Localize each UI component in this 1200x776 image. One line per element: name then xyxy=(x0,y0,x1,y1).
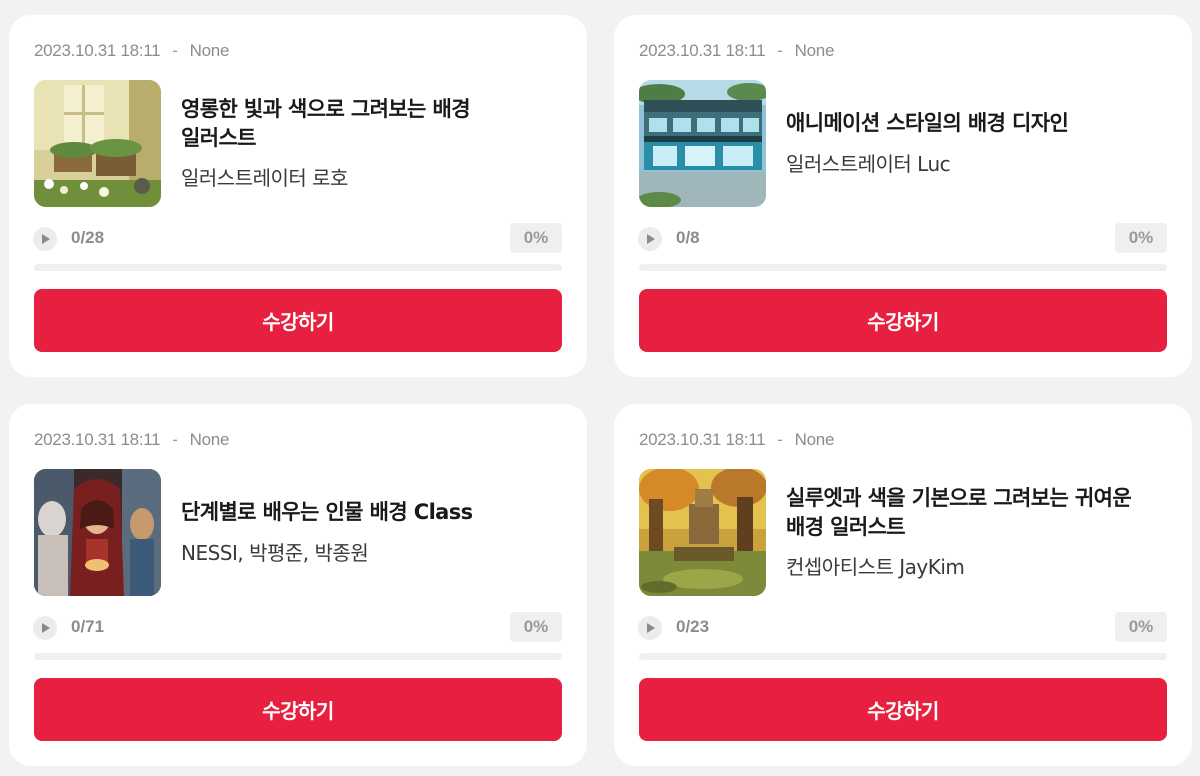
course-card: 2023.10.31 18:11 - None 단계별로 배우는 인물 배경 C xyxy=(9,404,587,766)
course-author: 일러스트레이터 로호 xyxy=(181,166,348,190)
course-author: 컨셉아티스트 JayKim xyxy=(786,555,965,579)
course-meta: 2023.10.31 18:11 - None xyxy=(639,41,834,61)
progress-percent-badge: 0% xyxy=(1115,612,1167,642)
lesson-count: 0/71 xyxy=(71,617,105,636)
course-title-line: 실루엣과 색을 기본으로 그려보는 귀여운 xyxy=(786,486,1132,510)
progress-bar xyxy=(639,264,1167,271)
course-card: 2023.10.31 18:11 - None 실루엣과 색을 기본으로 그려보 xyxy=(614,404,1192,766)
forest-scene-thumbnail[interactable] xyxy=(639,469,766,596)
enroll-date: 2023.10.31 18:11 xyxy=(34,430,161,449)
course-title-line: 영롱한 빛과 색으로 그려보는 배경 xyxy=(181,97,471,121)
course-grid: 2023.10.31 18:11 - None 영롱한 빛과 색으로 그려보는 … xyxy=(0,0,1200,776)
course-title-line: 배경 일러스트 xyxy=(786,515,906,539)
course-meta: 2023.10.31 18:11 - None xyxy=(34,430,229,450)
course-title-line: 단계별로 배우는 인물 배경 Class xyxy=(181,500,473,524)
lesson-count: 0/28 xyxy=(71,228,105,247)
course-status: None xyxy=(189,41,230,60)
lesson-count: 0/8 xyxy=(676,228,700,247)
course-title[interactable]: 영롱한 빛과 색으로 그려보는 배경 일러스트 xyxy=(181,95,571,153)
progress-bar xyxy=(34,264,562,271)
play-icon[interactable] xyxy=(638,616,662,640)
enroll-button[interactable]: 수강하기 xyxy=(639,678,1167,741)
play-icon[interactable] xyxy=(33,616,57,640)
progress-percent-badge: 0% xyxy=(1115,223,1167,253)
play-icon[interactable] xyxy=(638,227,662,251)
enroll-date: 2023.10.31 18:11 xyxy=(639,41,766,60)
enroll-button[interactable]: 수강하기 xyxy=(34,678,562,741)
progress-bar xyxy=(34,653,562,660)
course-meta: 2023.10.31 18:11 - None xyxy=(34,41,229,61)
course-status: None xyxy=(794,41,835,60)
course-card: 2023.10.31 18:11 - None xyxy=(614,15,1192,377)
progress-percent-badge: 0% xyxy=(510,612,562,642)
meta-separator: - xyxy=(777,41,783,60)
course-title[interactable]: 애니메이션 스타일의 배경 디자인 xyxy=(786,109,1176,138)
course-title[interactable]: 단계별로 배우는 인물 배경 Class xyxy=(181,498,571,527)
enroll-button[interactable]: 수강하기 xyxy=(34,289,562,352)
course-card: 2023.10.31 18:11 - None xyxy=(9,15,587,377)
enroll-date: 2023.10.31 18:11 xyxy=(639,430,766,449)
course-title-line: 일러스트 xyxy=(181,126,256,150)
course-title[interactable]: 실루엣과 색을 기본으로 그려보는 귀여운 배경 일러스트 xyxy=(786,484,1176,542)
course-author: 일러스트레이터 Luc xyxy=(786,152,951,176)
progress-bar xyxy=(639,653,1167,660)
meta-separator: - xyxy=(172,41,178,60)
course-author: NESSI, 박평준, 박종원 xyxy=(181,541,369,565)
enroll-button[interactable]: 수강하기 xyxy=(639,289,1167,352)
course-title-line: 애니메이션 스타일의 배경 디자인 xyxy=(786,111,1069,135)
garden-illustration-thumbnail[interactable] xyxy=(34,80,161,207)
course-status: None xyxy=(794,430,835,449)
course-status: None xyxy=(189,430,230,449)
meta-separator: - xyxy=(777,430,783,449)
progress-percent-badge: 0% xyxy=(510,223,562,253)
enroll-date: 2023.10.31 18:11 xyxy=(34,41,161,60)
play-icon[interactable] xyxy=(33,227,57,251)
meta-separator: - xyxy=(172,430,178,449)
course-meta: 2023.10.31 18:11 - None xyxy=(639,430,834,450)
lesson-count: 0/23 xyxy=(676,617,710,636)
anime-building-thumbnail[interactable] xyxy=(639,80,766,207)
character-illustration-thumbnail[interactable] xyxy=(34,469,161,596)
